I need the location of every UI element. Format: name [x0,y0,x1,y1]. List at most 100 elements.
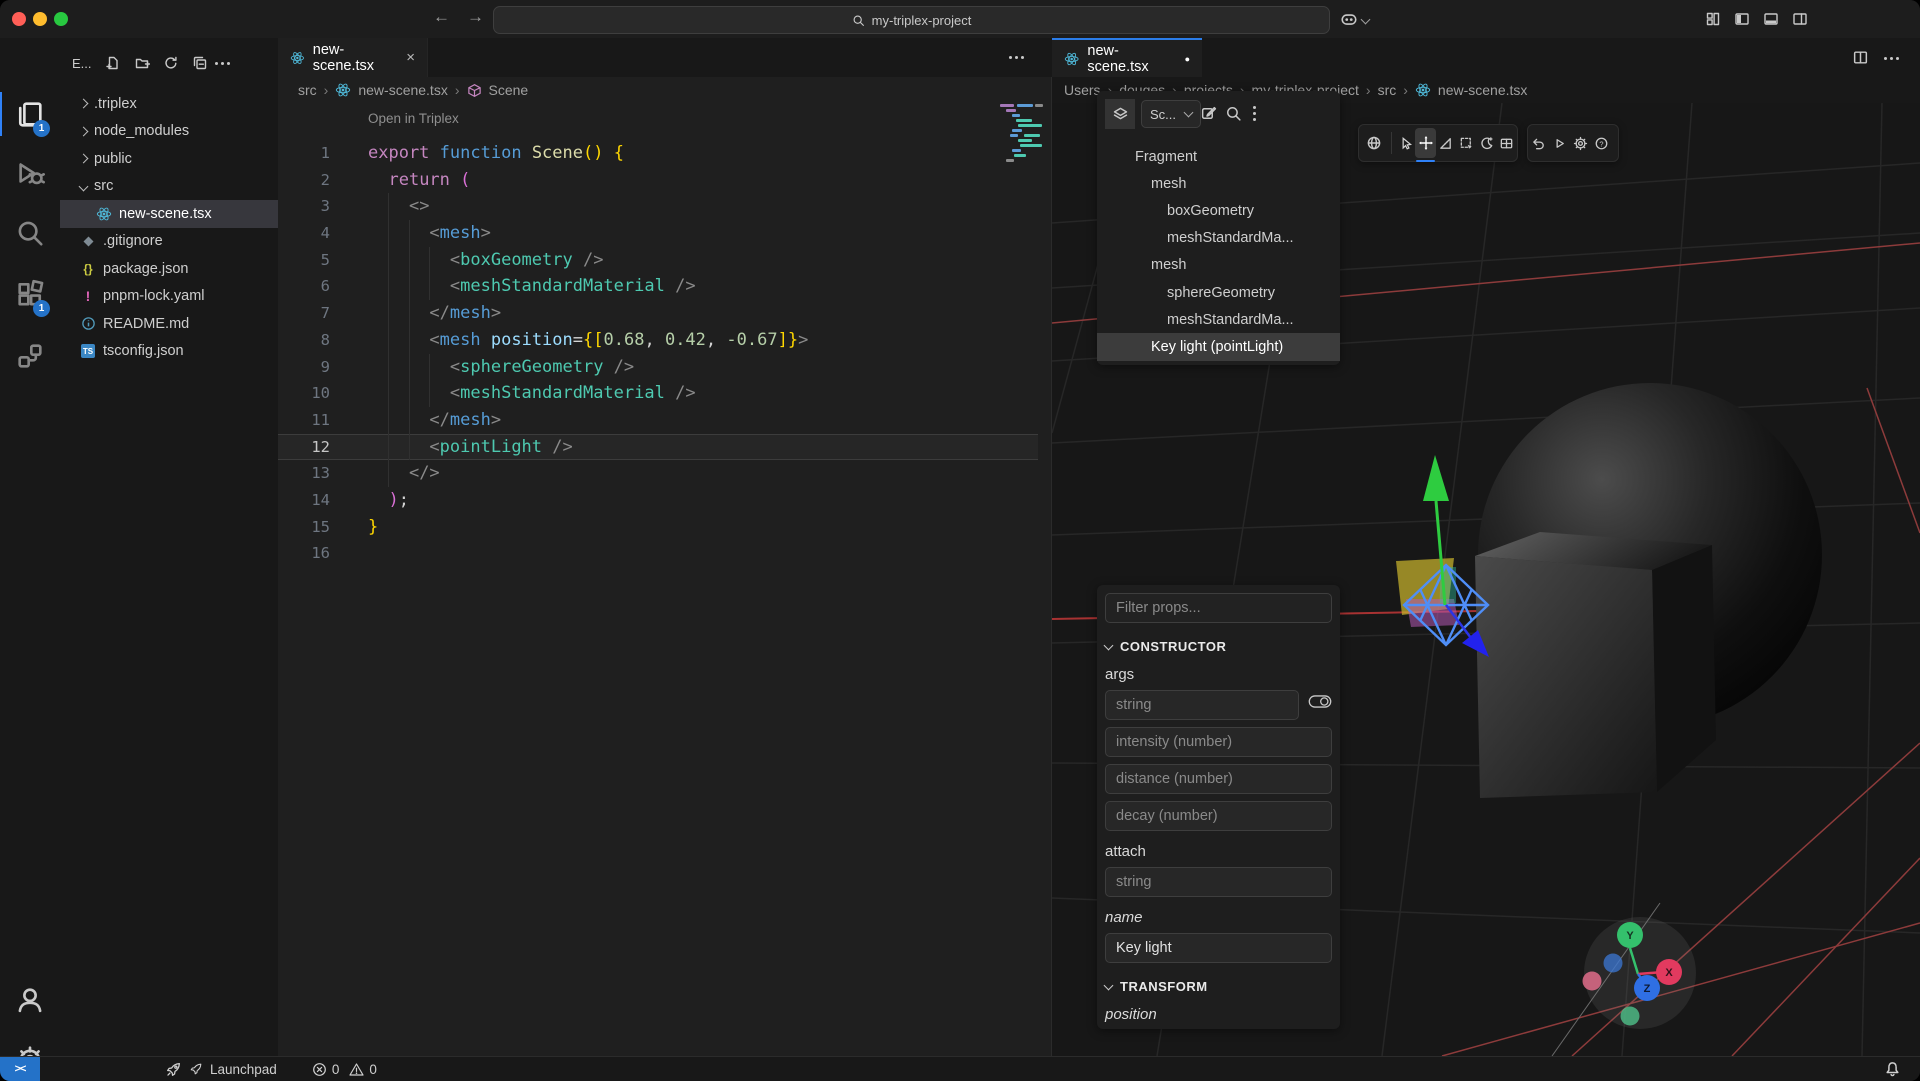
toggle-panel-icon[interactable] [1763,11,1779,27]
panel-more-icon[interactable] [1890,57,1893,60]
section-header-transform[interactable]: TRANSFORM [1105,979,1332,994]
translate-tool-button[interactable] [1415,128,1435,158]
prop-type-toggle-icon[interactable] [1308,694,1332,709]
gizmo-y-arrow[interactable] [1423,455,1449,501]
frame-select-button[interactable] [1456,128,1476,158]
breadcrumb-item-src[interactable]: src [1378,82,1397,98]
axis-neg-y-ball[interactable] [1621,1007,1640,1026]
prop-input-string[interactable]: string [1105,867,1332,897]
refresh-icon[interactable] [163,55,179,71]
explorer-item-gitignore[interactable]: .gitignore [60,228,278,256]
prop-input-decay-number[interactable]: decay (number) [1105,801,1332,831]
code-line-2: 2 return ( [278,167,1038,194]
breadcrumb-item-users[interactable]: Users [1064,82,1101,98]
tab-new-scene[interactable]: new-scene.tsx × [278,38,428,77]
scene-tree-item-boxgeometry[interactable]: boxGeometry [1097,197,1340,224]
notifications-bell-icon[interactable] [1884,1061,1901,1078]
chevron-right-icon[interactable] [79,126,89,136]
toggle-secondary-sidebar-icon[interactable] [1792,11,1808,27]
viewport-settings-button[interactable] [1570,128,1591,158]
sidebar-item-run-debug[interactable] [0,149,60,197]
search-scene-icon[interactable] [1225,105,1242,122]
scene-layers-button[interactable] [1105,99,1135,129]
new-file-icon[interactable] [105,55,121,71]
copilot-menu[interactable] [1340,10,1369,28]
lighting-toggle-button[interactable] [1476,128,1496,158]
explorer-item-tsconfig-json[interactable]: TStsconfig.json [60,338,278,366]
minimap[interactable] [1000,104,1044,194]
explorer-item-pnpm-lock-yaml[interactable]: !pnpm-lock.yaml [60,283,278,311]
explorer-item-package-json[interactable]: {}package.json [60,255,278,283]
customize-layout-icon[interactable] [1705,11,1721,27]
minimize-traffic-light[interactable] [33,12,47,26]
chevron-right-icon[interactable] [79,99,89,109]
editor-actions-more-icon[interactable] [1015,56,1018,59]
edit-scene-icon[interactable] [1200,105,1217,122]
open-in-triplex-codelens[interactable]: Open in Triplex [368,111,459,126]
explorer-item-public[interactable]: public [60,145,278,173]
explorer-item-readme-md[interactable]: README.md [60,310,278,338]
launchpad-status-item[interactable]: Launchpad [165,1061,277,1078]
help-button[interactable]: ? [1591,128,1612,158]
scene-tree-item-meshstandardma[interactable]: meshStandardMa... [1097,225,1340,252]
play-button[interactable] [1549,128,1570,158]
close-icon[interactable]: × [406,49,415,66]
scene-tree-item-fragment[interactable]: Fragment [1097,143,1340,170]
panels-layout-button[interactable] [1497,128,1517,158]
section-header-constructor[interactable]: CONSTRUCTOR [1105,639,1332,654]
scene-tree-item-key-light-pointlight[interactable]: Key light (pointLight) [1097,333,1340,360]
explorer-item-new-scene-tsx[interactable]: new-scene.tsx [60,200,278,228]
breadcrumb-item-new-scene-tsx[interactable]: new-scene.tsx [1438,82,1527,98]
prop-input-intensity-number[interactable]: intensity (number) [1105,727,1332,757]
axis-neg-x-ball[interactable] [1583,972,1602,991]
scene-select[interactable]: Sc... [1141,100,1201,128]
sidebar-item-explorer[interactable]: 1 [0,90,60,138]
split-editor-icon[interactable] [1852,49,1869,66]
account-button[interactable] [0,976,60,1024]
tab-new-scene-panel[interactable]: new-scene.tsx ● [1052,38,1202,77]
prop-input-distance-number[interactable]: distance (number) [1105,764,1332,794]
back-icon[interactable]: ← [433,7,450,27]
modified-dot-icon[interactable]: ● [1185,54,1190,64]
prop-input-key-light[interactable]: Key light [1105,933,1332,963]
breadcrumb-item-src[interactable]: src [298,82,317,98]
toggle-primary-sidebar-icon[interactable] [1734,11,1750,27]
remote-indicator[interactable]: >< [0,1057,40,1081]
sidebar-item-extensions[interactable]: 1 [0,270,60,318]
box-mesh[interactable] [1475,532,1716,798]
sidebar-item-search[interactable] [0,209,60,257]
world-space-button[interactable] [1359,128,1388,158]
ts-file-icon: TS [81,344,95,358]
scene-tree-item-mesh[interactable]: mesh [1097,170,1340,197]
problems-status-item[interactable]: 0 0 [312,1062,377,1077]
scene-more-icon[interactable] [1253,112,1256,115]
filter-props-input[interactable]: Filter props... [1105,593,1332,623]
maximize-traffic-light[interactable] [54,12,68,26]
explorer-title[interactable]: E... [72,56,92,71]
sidebar-item-hierarchy[interactable] [0,332,60,380]
scene-tree-item-meshstandardma[interactable]: meshStandardMa... [1097,306,1340,333]
forward-icon[interactable]: → [467,7,484,27]
scene-tree-item-mesh[interactable]: mesh [1097,252,1340,279]
collapse-all-icon[interactable] [192,55,208,71]
explorer-more-icon[interactable] [221,62,224,65]
scene-tree-item-spheregeometry[interactable]: sphereGeometry [1097,279,1340,306]
chevron-right-icon[interactable] [79,154,89,164]
explorer-item-triplex[interactable]: .triplex [60,90,278,118]
command-center-search[interactable]: my-triplex-project [493,6,1330,34]
select-tool-button[interactable] [1395,128,1415,158]
code-area[interactable]: 1export function Scene() {2 return (3 <>… [278,140,1038,567]
new-folder-icon[interactable] [134,55,150,71]
scale-tool-button[interactable] [1436,128,1456,158]
explorer-item-src[interactable]: src [60,173,278,201]
undo-button[interactable] [1528,128,1549,158]
axis-neg-z-ball[interactable] [1604,954,1623,973]
prop-input-string[interactable]: string [1105,690,1299,720]
breadcrumb-item-new-scene-tsx[interactable]: new-scene.tsx [358,82,447,98]
file-label: new-scene.tsx [119,206,212,222]
code-text: <mesh position={[0.68, 0.42, -0.67]}> [368,327,808,354]
explorer-item-node-modules[interactable]: node_modules [60,118,278,146]
close-traffic-light[interactable] [12,12,26,26]
breadcrumb-item-scene[interactable]: Scene [489,82,529,98]
chevron-down-icon[interactable] [79,181,89,191]
